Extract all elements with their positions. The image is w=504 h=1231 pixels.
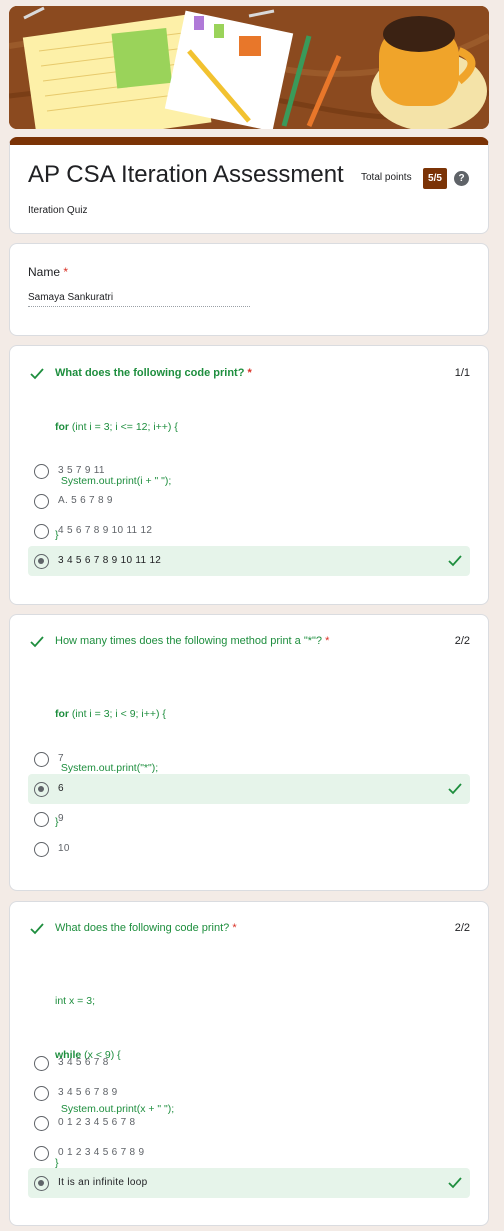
radio-button-selected[interactable]	[34, 554, 49, 569]
code-line: int x = 3;	[55, 995, 95, 1007]
answer-option[interactable]: 0 1 2 3 4 5 6 7 8 9	[28, 1138, 470, 1168]
name-label: Name *	[28, 265, 68, 279]
name-question-card: Name * Samaya Sankuratri	[9, 243, 489, 336]
question-title: What does the following code print? *	[55, 922, 237, 934]
name-field[interactable]: Samaya Sankuratri	[28, 292, 250, 307]
question-title: How many times does the following method…	[55, 635, 329, 647]
correct-check-icon	[448, 1177, 462, 1189]
radio-button-selected[interactable]	[34, 782, 49, 797]
option-label: 3 5 7 9 11	[58, 465, 105, 476]
option-label: 10	[58, 843, 70, 854]
option-label: 3 4 5 6 7 8	[58, 1057, 109, 1068]
header-banner-image	[9, 6, 489, 129]
form-title: AP CSA Iteration Assessment	[28, 161, 344, 188]
option-label: 9	[58, 813, 64, 824]
correct-check-icon	[448, 783, 462, 795]
name-label-text: Name	[28, 265, 61, 279]
question-score: 2/2	[454, 922, 470, 934]
radio-button[interactable]	[34, 1086, 49, 1101]
option-label: 3 4 5 6 7 8 9	[58, 1087, 118, 1098]
option-label: 6	[58, 783, 64, 794]
correct-check-icon	[30, 923, 44, 935]
required-mark: *	[247, 367, 252, 379]
question-title-text: What does the following code print?	[55, 367, 245, 379]
answer-option[interactable]: 10	[28, 834, 470, 864]
answer-option[interactable]: 0 1 2 3 4 5 6 7 8	[28, 1108, 470, 1138]
option-label: 7	[58, 753, 64, 764]
required-mark: *	[232, 922, 237, 934]
option-label: 0 1 2 3 4 5 6 7 8 9	[58, 1147, 145, 1158]
radio-button[interactable]	[34, 464, 49, 479]
radio-button[interactable]	[34, 842, 49, 857]
radio-button[interactable]	[34, 1116, 49, 1131]
radio-button[interactable]	[34, 494, 49, 509]
radio-button[interactable]	[34, 812, 49, 827]
correct-check-icon	[30, 368, 44, 380]
radio-button-selected[interactable]	[34, 1176, 49, 1191]
question-title-text: How many times does the following method…	[55, 635, 323, 647]
correct-check-icon	[448, 555, 462, 567]
total-points-label: Total points	[361, 172, 412, 183]
form-description: Iteration Quiz	[28, 205, 88, 216]
answer-option[interactable]: 9	[28, 804, 470, 834]
radio-button[interactable]	[34, 524, 49, 539]
answer-option[interactable]: 3 5 7 9 11	[28, 456, 470, 486]
question-card-1: What does the following code print? * 1/…	[9, 345, 489, 605]
answer-option[interactable]: 3 4 5 6 7 8	[28, 1048, 470, 1078]
help-icon[interactable]: ?	[454, 171, 469, 186]
radio-button[interactable]	[34, 1056, 49, 1071]
required-mark: *	[325, 635, 330, 647]
answer-option[interactable]: 4 5 6 7 8 9 10 11 12	[28, 516, 470, 546]
option-label: A. 5 6 7 8 9	[58, 495, 113, 506]
form-title-card: AP CSA Iteration Assessment Iteration Qu…	[9, 137, 489, 234]
option-label: 4 5 6 7 8 9 10 11 12	[58, 525, 153, 536]
answer-option[interactable]: A. 5 6 7 8 9	[28, 486, 470, 516]
question-title-text: What does the following code print?	[55, 922, 230, 934]
correct-check-icon	[30, 636, 44, 648]
question-title: What does the following code print? *	[55, 367, 252, 379]
answer-option-selected[interactable]: 3 4 5 6 7 8 9 10 11 12	[28, 546, 470, 576]
option-label: 3 4 5 6 7 8 9 10 11 12	[58, 555, 162, 566]
answer-option-selected[interactable]: It is an infinite loop	[28, 1168, 470, 1198]
question-card-2: How many times does the following method…	[9, 614, 489, 891]
answer-option-selected[interactable]: 6	[28, 774, 470, 804]
question-score: 1/1	[454, 367, 470, 379]
question-score: 2/2	[454, 635, 470, 647]
answer-option[interactable]: 3 4 5 6 7 8 9	[28, 1078, 470, 1108]
radio-button[interactable]	[34, 752, 49, 767]
code-line: for (int i = 3; i < 9; i++) {	[55, 708, 166, 720]
option-label: It is an infinite loop	[58, 1177, 148, 1188]
required-mark: *	[63, 265, 69, 279]
code-line: for (int i = 3; i <= 12; i++) {	[55, 421, 178, 433]
answer-option[interactable]: 7	[28, 744, 470, 774]
question-card-3: What does the following code print? * 2/…	[9, 901, 489, 1226]
radio-button[interactable]	[34, 1146, 49, 1161]
option-label: 0 1 2 3 4 5 6 7 8	[58, 1117, 136, 1128]
total-points-badge: 5/5	[423, 168, 447, 189]
